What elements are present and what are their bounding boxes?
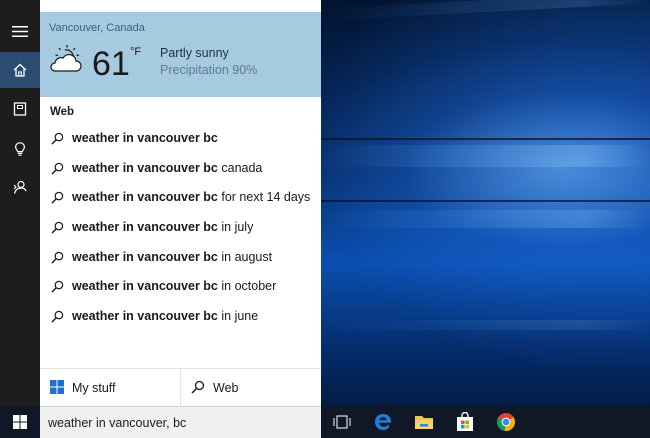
suggestion-text: weather in vancouver bc canada	[72, 161, 262, 175]
task-view-button[interactable]	[331, 411, 353, 433]
weather-card[interactable]: Vancouver, Canada 61 °F Partly sunny Pre…	[40, 12, 321, 97]
lightbulb-icon	[14, 142, 26, 156]
hamburger-menu-button[interactable]	[0, 13, 40, 49]
web-section-heading: Web	[50, 106, 75, 118]
temperature-unit: °F	[130, 46, 142, 58]
suggestion-text: weather in vancouver bc in august	[72, 250, 272, 264]
search-icon	[51, 221, 64, 234]
start-button[interactable]	[0, 406, 40, 438]
windows-logo-icon	[50, 380, 64, 394]
web-label: Web	[213, 381, 239, 395]
my-stuff-button[interactable]: My stuff	[40, 369, 180, 407]
suggestion-completion: in october	[217, 279, 277, 293]
task-view-icon	[333, 415, 351, 429]
search-icon	[51, 162, 64, 175]
wallpaper-divider	[320, 138, 650, 140]
suggestion-item[interactable]: weather in vancouver bc in october	[40, 272, 321, 300]
suggestion-item[interactable]: weather in vancouver bc in august	[40, 243, 321, 271]
windows-start-icon	[13, 415, 27, 429]
wallpaper-light-beam	[320, 210, 650, 228]
suggestion-query: weather in vancouver bc	[72, 190, 218, 204]
wallpaper-divider	[320, 200, 650, 202]
suggestion-item[interactable]: weather in vancouver bc	[40, 124, 321, 152]
suggestion-text: weather in vancouver bc in october	[72, 279, 276, 293]
suggestion-completion: in august	[217, 250, 273, 264]
search-icon	[51, 280, 64, 293]
suggestion-completion: canada	[217, 161, 263, 175]
precipitation-text: Precipitation 90%	[160, 63, 258, 77]
suggestion-text: weather in vancouver bc	[72, 131, 218, 145]
taskbar	[0, 406, 650, 438]
chrome-icon	[496, 413, 515, 432]
suggestion-item[interactable]: weather in vancouver bc in july	[40, 213, 321, 241]
search-results-panel: Vancouver, Canada 61 °F Partly sunny Pre…	[40, 0, 321, 407]
edge-button[interactable]	[372, 411, 394, 433]
feedback-icon	[13, 180, 27, 194]
search-icon	[51, 251, 64, 264]
wallpaper-light-beam	[320, 320, 650, 330]
search-icon	[51, 310, 64, 323]
suggestion-query: weather in vancouver bc	[72, 279, 218, 293]
menu-icon	[12, 25, 28, 37]
notebook-button[interactable]	[0, 91, 40, 127]
weather-location: Vancouver, Canada	[49, 22, 145, 34]
home-button[interactable]	[0, 52, 40, 88]
store-icon	[457, 412, 473, 431]
chrome-button[interactable]	[495, 411, 517, 433]
search-icon	[51, 191, 64, 204]
suggestion-query: weather in vancouver bc	[72, 250, 218, 264]
suggestion-query: weather in vancouver bc	[72, 161, 218, 175]
reminders-button[interactable]	[0, 131, 40, 167]
suggestion-item[interactable]: weather in vancouver bc in june	[40, 302, 321, 330]
suggestion-text: weather in vancouver bc in july	[72, 220, 253, 234]
suggestion-query: weather in vancouver bc	[72, 220, 218, 234]
suggestion-text: weather in vancouver bc for next 14 days	[72, 190, 310, 204]
suggestion-completion: for next 14 days	[217, 190, 311, 204]
search-input[interactable]	[48, 414, 313, 432]
suggestion-text: weather in vancouver bc in june	[72, 309, 258, 323]
feedback-button[interactable]	[0, 169, 40, 205]
wallpaper-light-beam	[320, 145, 650, 167]
wallpaper-light-beam	[320, 0, 650, 21]
suggestion-completion: in july	[217, 220, 254, 234]
home-icon	[13, 63, 27, 77]
partly-sunny-icon	[50, 45, 82, 72]
file-explorer-button[interactable]	[413, 411, 435, 433]
search-icon	[51, 132, 64, 145]
edge-icon	[375, 414, 391, 430]
my-stuff-label: My stuff	[72, 381, 116, 395]
suggestion-completion: in june	[217, 309, 259, 323]
file-explorer-icon	[415, 416, 433, 429]
search-scope-bar: My stuff Web	[40, 368, 321, 407]
store-button[interactable]	[454, 411, 476, 433]
suggestion-query: weather in vancouver bc	[72, 131, 218, 145]
temperature-value: 61	[92, 45, 130, 83]
suggestion-query: weather in vancouver bc	[72, 309, 218, 323]
web-search-button[interactable]: Web	[180, 369, 321, 407]
start-rail	[0, 0, 40, 406]
search-box[interactable]	[40, 406, 321, 438]
notebook-icon	[13, 102, 27, 116]
suggestion-item[interactable]: weather in vancouver bc canada	[40, 154, 321, 182]
weather-condition: Partly sunny	[160, 46, 229, 60]
search-icon	[191, 380, 205, 394]
suggestion-item[interactable]: weather in vancouver bc for next 14 days	[40, 183, 321, 211]
